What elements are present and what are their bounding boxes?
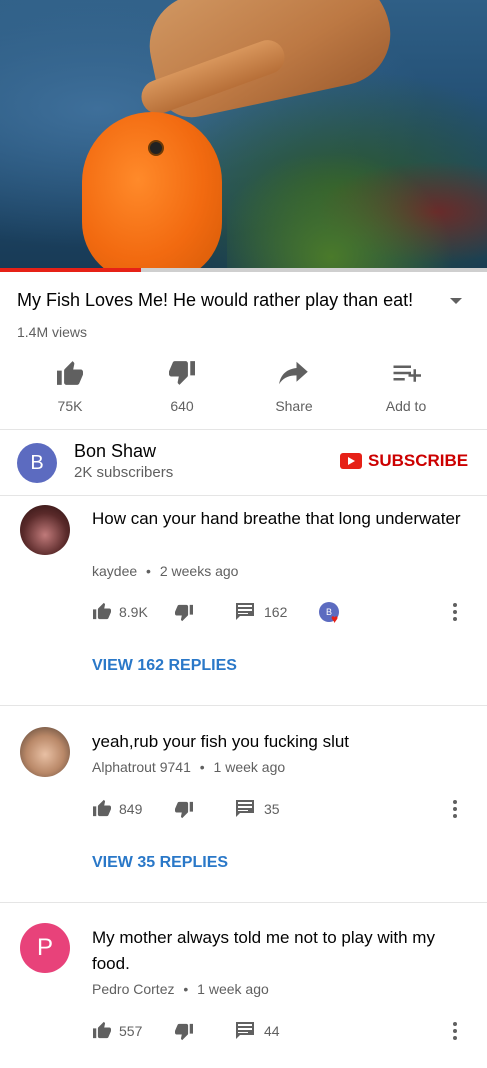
thumbs-up-icon[interactable] [92,1021,112,1039]
thumbs-down-icon[interactable] [174,801,194,819]
thumbs-down-icon[interactable] [174,1023,194,1041]
comment-meta: Alphatrout 9741 • 1 week ago [92,759,285,775]
divider [0,495,487,496]
channel-subscriber-count: 2K subscribers [74,464,174,481]
dislike-count: 640 [170,398,194,414]
view-replies-link[interactable]: VIEW 35 REPLIES [92,854,228,872]
video-progress-fill [0,268,142,272]
reply-comment-icon[interactable] [235,1021,255,1039]
video-title: My Fish Loves Me! He would rather play t… [17,290,414,310]
view-count: 1.4M views [17,324,88,340]
comment-more-options-icon[interactable] [453,800,457,821]
like-count: 75K [57,398,83,414]
orange-fish [82,112,222,272]
subscribe-label: SUBSCRIBE [368,451,469,470]
comment-time: 2 weeks ago [159,563,239,579]
thumbs-down-icon [169,361,195,385]
video-progress-bar[interactable] [0,268,487,272]
comment-time: 1 week ago [213,759,286,775]
add-to-label: Add to [385,398,427,414]
view-replies-link[interactable]: VIEW 162 REPLIES [92,657,237,675]
divider [0,902,487,903]
reply-comment-icon[interactable] [235,602,255,620]
thumbs-up-icon [57,361,83,385]
comment-like-count: 8.9K [119,604,148,620]
share-arrow-icon [279,361,308,385]
divider [0,429,487,430]
like-button[interactable]: 75K [30,360,110,414]
thumbs-up-icon[interactable] [92,799,112,817]
dislike-button[interactable]: 640 [142,360,222,414]
comment-meta: Pedro Cortez • 1 week ago [92,981,269,997]
comment-reply-count: 162 [264,604,288,620]
comment-text: yeah,rub your fish you fucking slut [92,732,350,751]
comment-actions: 557 44 [92,1021,472,1041]
add-to-button[interactable]: Add to [366,360,446,414]
thumbs-down-icon[interactable] [174,604,194,622]
aquarium-plants [227,122,487,272]
share-label: Share [275,398,313,414]
comment-like-count: 557 [119,1023,143,1039]
commenter-avatar[interactable] [20,727,70,777]
expand-description-icon[interactable] [450,298,462,304]
commenter-avatar[interactable]: P [20,923,70,973]
comment-actions: 8.9K 162 B ♥ [92,602,472,626]
thumbs-up-icon[interactable] [92,602,112,620]
comment-time: 1 week ago [197,981,269,997]
add-to-playlist-icon [393,365,421,382]
comment-more-options-icon[interactable] [453,603,457,624]
meta-separator: • [199,759,205,775]
comment-reply-count: 35 [264,801,280,817]
meta-separator: • [146,563,151,579]
fish-eye [148,140,164,156]
subscribe-button[interactable]: SUBSCRIBE [340,451,468,471]
comment-more-options-icon[interactable] [453,1022,457,1043]
comment-meta: kaydee • 2 weeks ago [92,563,238,579]
creator-heart-badge: B ♥ [319,602,339,626]
channel-name[interactable]: Bon Shaw [74,441,156,462]
divider [0,705,487,706]
comment-author[interactable]: Alphatrout 9741 [92,759,191,775]
meta-separator: • [183,981,189,997]
comment-author[interactable]: kaydee [92,563,137,579]
video-player[interactable] [0,0,487,272]
comment-author[interactable]: Pedro Cortez [92,981,174,997]
commenter-avatar[interactable] [20,505,70,555]
share-button[interactable]: Share [254,360,334,414]
comment-like-count: 849 [119,801,143,817]
comment-reply-count: 44 [264,1023,280,1039]
youtube-play-icon [340,453,362,469]
reply-comment-icon[interactable] [235,799,255,817]
channel-avatar[interactable]: B [17,443,57,483]
comment-text: My mother always told me not to play wit… [92,928,435,973]
heart-icon: ♥ [331,612,339,626]
comment-actions: 849 35 [92,799,472,819]
comment-text: How can your hand breathe that long unde… [92,509,461,528]
